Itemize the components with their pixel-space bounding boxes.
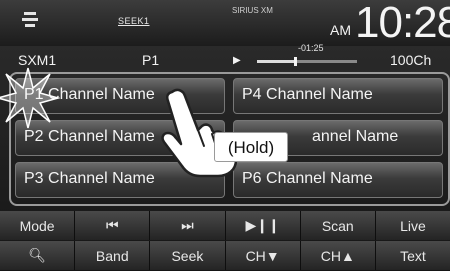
skip-forward-icon[interactable]: ⏭ [150,211,226,240]
channel-up-button[interactable]: CH▲ [300,241,376,270]
preset-label: P6 Channel Name [242,170,373,187]
band-button[interactable]: Band [75,241,151,270]
elapsed-time: -01:25 [298,43,324,53]
preset-label: P3 Channel Name [24,170,155,187]
seek-button[interactable]: Seek [150,241,226,270]
preset-label: annel Name [312,128,399,145]
play-pause-icon[interactable]: ▶❙❙ [225,211,301,240]
skip-back-icon[interactable]: ⏮ [75,211,151,240]
play-icon: ▶ [233,55,241,66]
function-keys-row1: Mode ⏮ ⏭ ▶❙❙ Scan Live [0,211,450,240]
channel-down-button[interactable]: CH▼ [225,241,301,270]
clock: 10:28 [355,0,450,47]
hold-tooltip: (Hold) [214,132,288,162]
touch-burst-icon [0,67,60,129]
ampm-indicator: AM [330,22,351,38]
preset-label: P1 [142,52,160,68]
function-keys-row2: 🔍︎ Band Seek CH▼ CH▲ Text [0,241,450,270]
signal-icon [22,12,38,27]
channel-count: 100Ch [390,52,432,68]
seek-mode-label: SEEK1 [118,16,150,26]
preset-label: P2 Channel Name [24,128,155,145]
preset-label: P4 Channel Name [242,86,373,103]
preset-button-p6[interactable]: P6 Channel Name [233,162,443,198]
mode-button[interactable]: Mode [0,211,76,240]
siriusxm-logo: SIRIUS XM [232,6,273,15]
search-icon[interactable]: 🔍︎ [0,241,76,270]
progress-knob[interactable] [294,57,297,66]
progress-bar[interactable] [257,57,357,66]
preset-button-p4[interactable]: P4 Channel Name [233,78,443,114]
radio-screen: SEEK1 SIRIUS XM AM 10:28 SXM1 P1 ▶ -01:2… [0,0,450,271]
scan-button[interactable]: Scan [300,211,376,240]
text-button[interactable]: Text [375,241,450,270]
live-button[interactable]: Live [375,211,450,240]
progress-fill [257,60,295,63]
